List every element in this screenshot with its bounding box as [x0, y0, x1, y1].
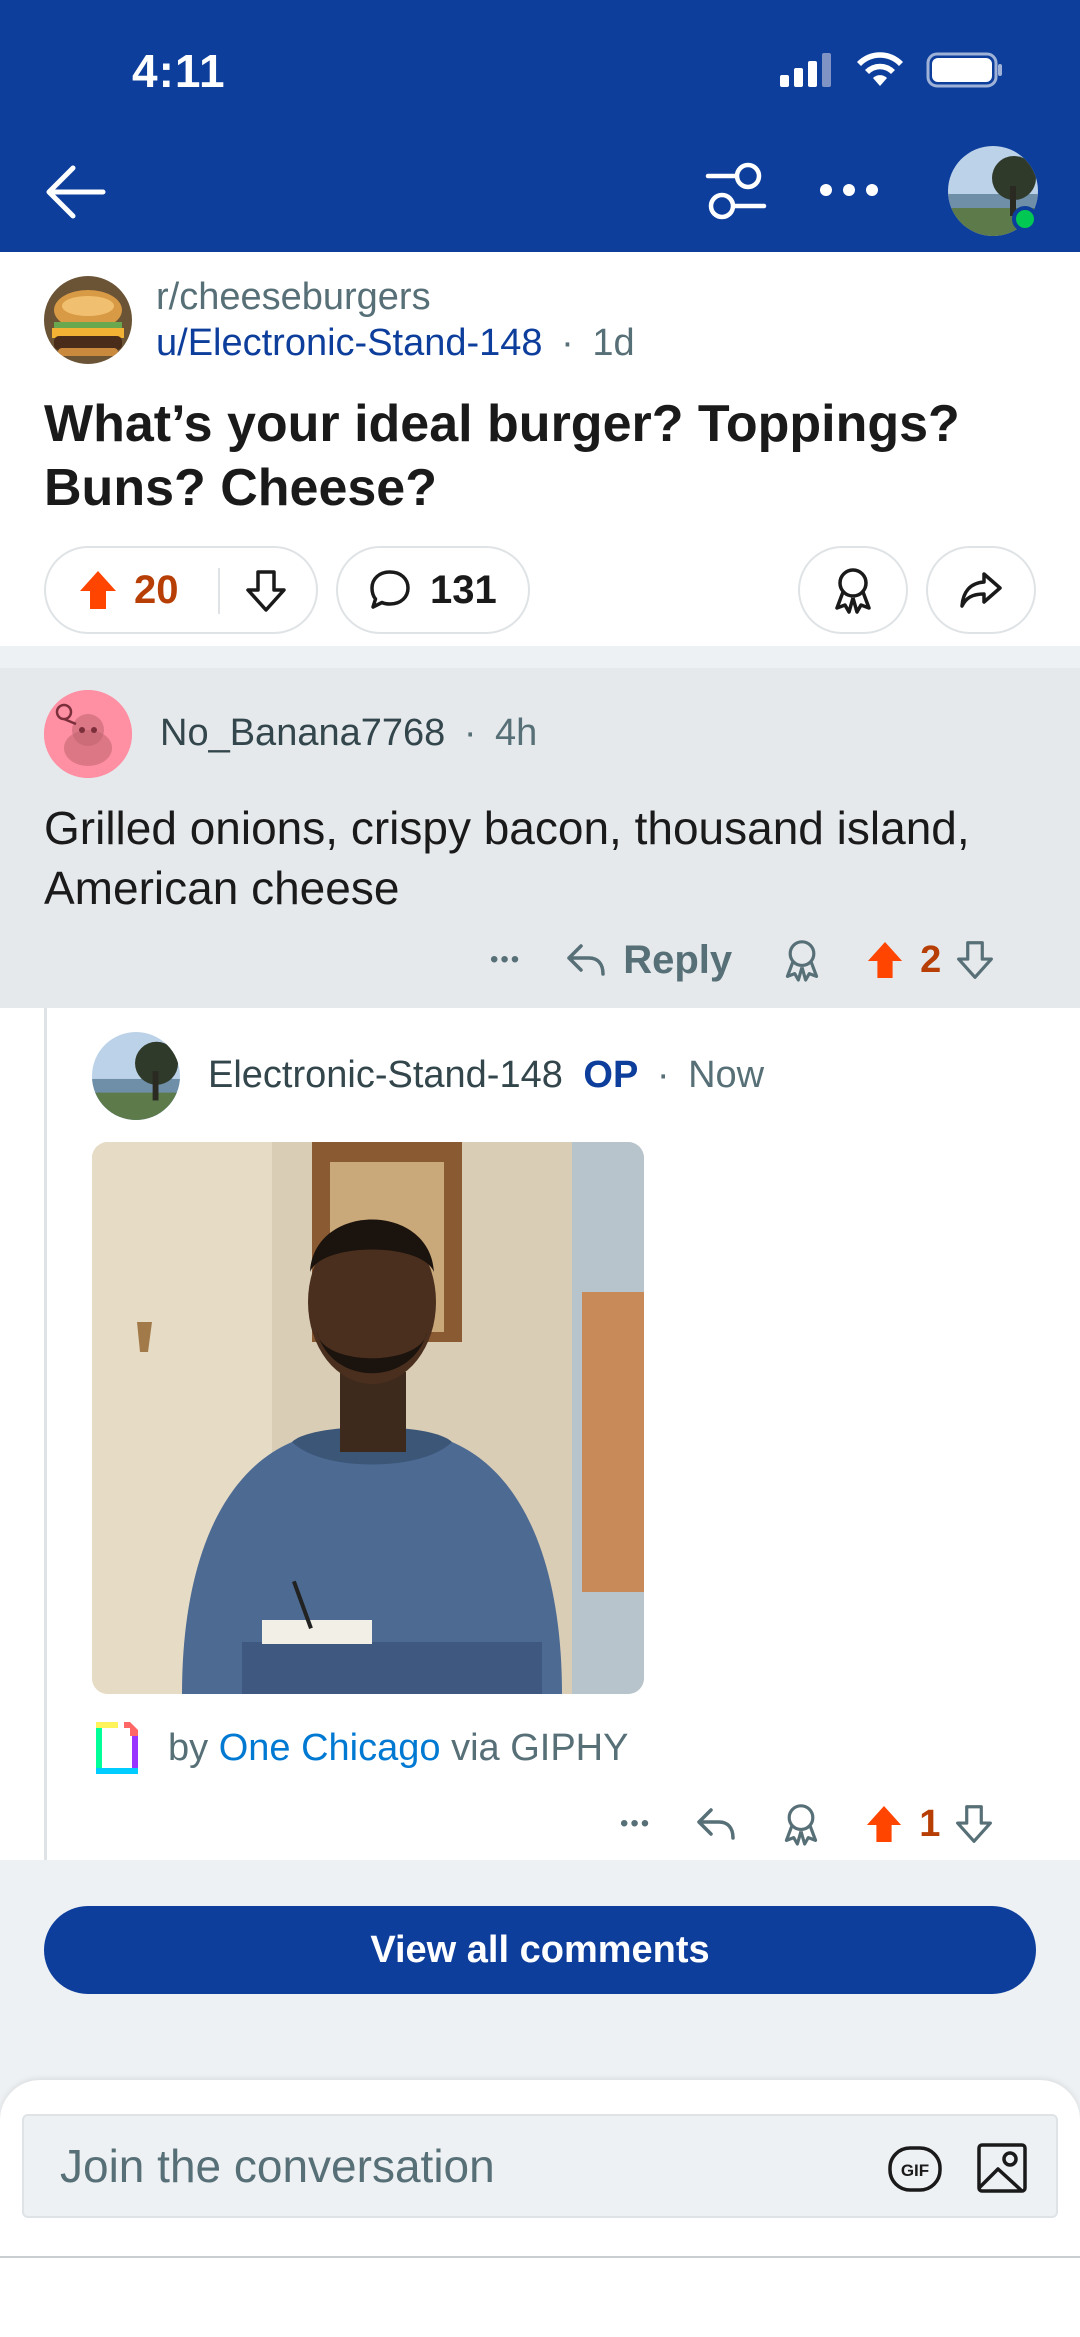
comment-reply-item: Electronic-Stand-148 OP · Now by One Chi…: [0, 1008, 1080, 1860]
gif-image: [92, 1142, 644, 1694]
more-horizontal-icon: [820, 184, 878, 196]
status-time: 4:11: [132, 45, 226, 97]
comment-body: Grilled onions, crispy bacon, thousand i…: [44, 802, 970, 914]
reply-arrow-icon: [567, 944, 605, 976]
thread-line[interactable]: [44, 1008, 47, 1860]
op-badge: OP: [583, 1054, 639, 1096]
subreddit-name[interactable]: r/cheeseburgers: [156, 276, 431, 319]
award-icon: [835, 568, 871, 614]
share-button[interactable]: [926, 546, 1036, 634]
comment-age: Now: [688, 1054, 765, 1096]
giphy-attribution: by One Chicago via GIPHY: [94, 1720, 628, 1776]
commenter-avatar[interactable]: [92, 1032, 180, 1120]
downvote-icon[interactable]: [955, 939, 995, 981]
post-meta: u/Electronic-Stand-148 · 1d: [156, 322, 635, 365]
view-all-comments-button[interactable]: View all comments: [44, 1906, 1036, 1994]
post-header: r/cheeseburgers u/Electronic-Stand-148 ·…: [0, 252, 1080, 646]
app-header: 4:11: [0, 0, 1080, 252]
battery-icon: [926, 52, 1002, 88]
comment-actions: ••• 1: [620, 1794, 994, 1854]
section-divider: [0, 646, 1080, 668]
post-title: What’s your ideal burger? Toppings? Buns…: [44, 395, 960, 517]
post-vote-control: 20: [44, 546, 318, 634]
share-arrow-icon: [960, 572, 1002, 608]
more-options-button[interactable]: [818, 172, 880, 208]
gif-media[interactable]: [92, 1142, 644, 1694]
downvote-icon[interactable]: [244, 568, 288, 614]
meta-separator: ·: [463, 712, 477, 754]
giphy-logo-icon: [96, 1722, 138, 1774]
award-icon[interactable]: [782, 938, 822, 982]
arrow-left-icon: [46, 165, 106, 219]
comment-score: 2: [920, 938, 942, 981]
post-score: 20: [134, 567, 179, 612]
comment-bubble-icon: [370, 570, 410, 609]
snoo-avatar-icon: [44, 690, 132, 778]
upvote-icon[interactable]: [866, 940, 904, 980]
gif-icon[interactable]: GIF: [888, 2146, 942, 2192]
comment-more-button[interactable]: •••: [490, 946, 521, 974]
comments-footer: View all comments Join the conversation …: [0, 1860, 1080, 2337]
meta-separator: ·: [656, 1054, 670, 1096]
back-button[interactable]: [44, 160, 108, 224]
commenter-avatar[interactable]: [44, 690, 132, 778]
upvote-icon[interactable]: [78, 569, 118, 611]
giphy-via: via GIPHY: [451, 1726, 629, 1769]
award-button[interactable]: [798, 546, 908, 634]
reply-button[interactable]: Reply: [565, 938, 732, 983]
sort-filter-button[interactable]: [702, 158, 770, 226]
image-upload-icon[interactable]: [976, 2142, 1028, 2194]
online-status-dot: [1012, 206, 1038, 232]
meta-separator: ·: [561, 322, 574, 364]
comment-count: 131: [430, 567, 497, 612]
comment-actions: ••• Reply 2: [490, 930, 995, 990]
comment-composer: Join the conversation GIF: [0, 2080, 1080, 2337]
avatar-landscape-image: [92, 1032, 180, 1120]
comment-meta: No_Banana7768 · 4h: [160, 712, 537, 755]
vote-divider: [218, 568, 220, 614]
wifi-icon: [857, 52, 903, 86]
comment-meta: Electronic-Stand-148 OP · Now: [208, 1054, 764, 1097]
signal-icon: [780, 53, 831, 87]
subreddit-avatar[interactable]: [44, 276, 132, 364]
giphy-by: by: [168, 1726, 209, 1769]
status-icons: [780, 52, 1004, 88]
reply-arrow-icon[interactable]: [695, 1806, 737, 1842]
gif-label: GIF: [901, 2161, 929, 2180]
comment-age: 4h: [495, 712, 538, 754]
comment-score: 1: [919, 1802, 941, 1845]
comment-author[interactable]: No_Banana7768: [160, 712, 445, 754]
comment-item: No_Banana7768 · 4h Grilled onions, crisp…: [0, 668, 1080, 1008]
post-author[interactable]: u/Electronic-Stand-148: [156, 322, 543, 364]
reply-label: Reply: [623, 937, 733, 982]
comment-more-button[interactable]: •••: [620, 1810, 651, 1838]
upvote-icon[interactable]: [865, 1804, 903, 1844]
sliders-icon: [705, 162, 767, 220]
user-avatar[interactable]: [948, 146, 1038, 236]
giphy-source-link[interactable]: One Chicago: [219, 1727, 441, 1769]
comments-button[interactable]: 131: [336, 546, 530, 634]
comment-author[interactable]: Electronic-Stand-148: [208, 1054, 563, 1096]
post-age: 1d: [592, 322, 635, 364]
award-icon[interactable]: [781, 1802, 821, 1846]
composer-divider: [0, 2256, 1080, 2258]
burger-image: [44, 276, 132, 364]
downvote-icon[interactable]: [954, 1803, 994, 1845]
